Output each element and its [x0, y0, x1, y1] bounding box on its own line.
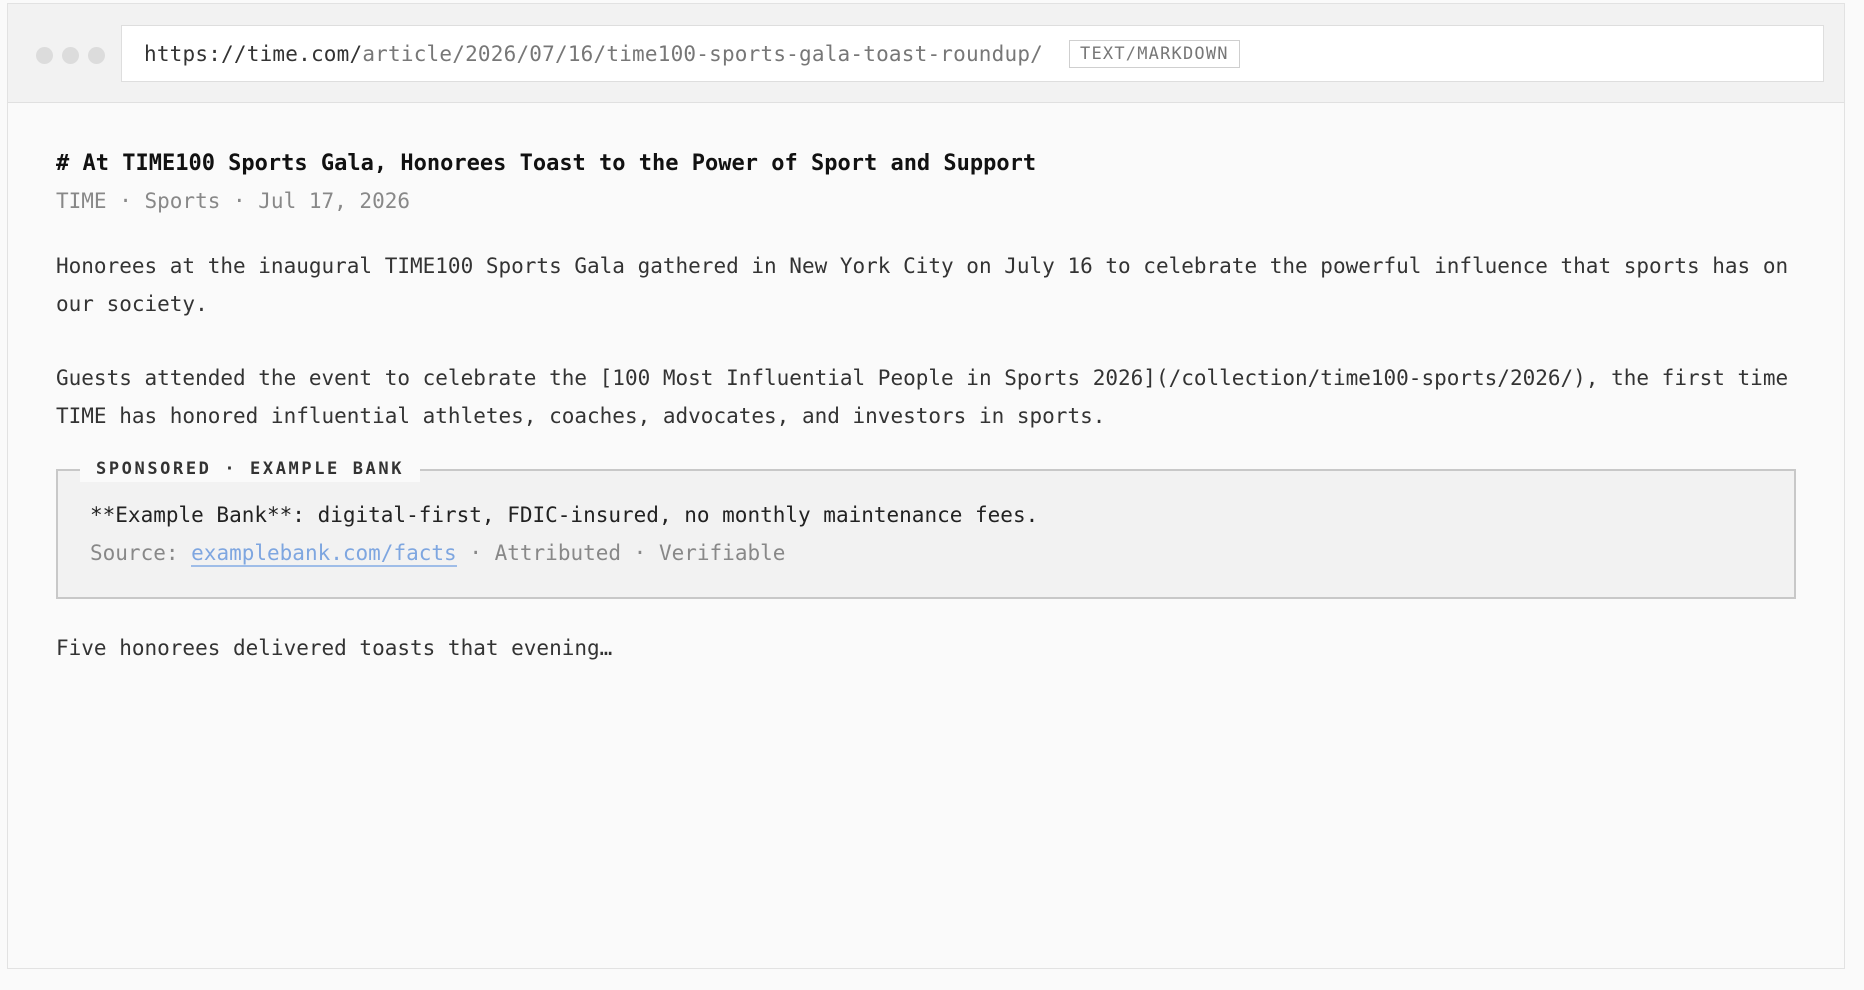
- url-text[interactable]: https://time.com/article/2026/07/16/time…: [144, 42, 1043, 66]
- url-domain: https://time.com/: [144, 41, 363, 66]
- browser-chrome: https://time.com/article/2026/07/16/time…: [8, 4, 1844, 103]
- minimize-dot-icon[interactable]: [62, 47, 79, 64]
- close-dot-icon[interactable]: [36, 47, 53, 64]
- article-paragraph-3: Five honorees delivered toasts that even…: [56, 636, 613, 660]
- url-path: article/2026/07/16/time100-sports-gala-t…: [362, 41, 1044, 66]
- article-paragraph-2: Guests attended the event to celebrate t…: [56, 366, 1789, 428]
- source-link[interactable]: examplebank.com/facts: [191, 541, 457, 567]
- source-suffix: · Attributed · Verifiable: [456, 541, 786, 565]
- sponsored-source: Source: examplebank.com/facts · Attribut…: [90, 537, 785, 569]
- content-type-badge: TEXT/MARKDOWN: [1069, 39, 1240, 68]
- browser-window: https://time.com/article/2026/07/16/time…: [7, 3, 1845, 969]
- maximize-dot-icon[interactable]: [88, 47, 105, 64]
- sponsored-text: **Example Bank**: digital-first, FDIC-in…: [90, 503, 1039, 527]
- article-title: # At TIME100 Sports Gala, Honorees Toast…: [56, 151, 1037, 176]
- address-bar[interactable]: https://time.com/article/2026/07/16/time…: [121, 25, 1824, 82]
- window-controls: [36, 47, 105, 64]
- sponsored-label: SPONSORED · EXAMPLE BANK: [80, 456, 421, 482]
- article-meta: TIME · Sports · Jul 17, 2026: [56, 189, 411, 213]
- article-paragraph-1: Honorees at the inaugural TIME100 Sports…: [56, 254, 1789, 316]
- article-content: # At TIME100 Sports Gala, Honorees Toast…: [56, 149, 1816, 667]
- source-label: Source:: [90, 541, 192, 565]
- sponsored-box: SPONSORED · EXAMPLE BANK **Example Bank*…: [56, 456, 1796, 599]
